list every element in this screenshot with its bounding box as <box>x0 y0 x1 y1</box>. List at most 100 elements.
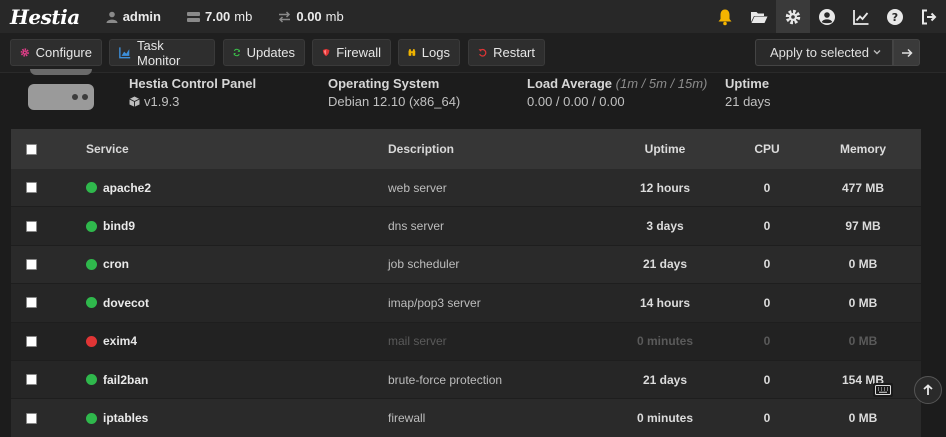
status-ok-icon <box>86 220 97 232</box>
bandwidth-stat: 0.00 mb <box>278 9 344 24</box>
keyboard-shortcuts-button[interactable] <box>873 383 893 397</box>
service-cpu: 0 <box>763 257 771 272</box>
service-memory: 477 MB <box>841 180 885 195</box>
panel-label: Hestia Control Panel <box>129 76 257 91</box>
account-button[interactable] <box>810 0 844 33</box>
load-info: Load Average (1m / 5m / 15m) 0.00 / 0.00… <box>527 76 707 109</box>
chart-line-icon <box>853 9 869 25</box>
table-row[interactable]: dovecot imap/pop3 server 14 hours 0 0 MB <box>11 284 921 323</box>
uptime-value: 21 days <box>725 94 771 109</box>
table-row[interactable]: cron job scheduler 21 days 0 0 MB <box>11 245 921 285</box>
top-bar: Hestia admin 7.00 mb 0.00 mb ? <box>0 0 946 33</box>
table-row[interactable]: apache2 web server 12 hours 0 477 MB <box>11 169 921 208</box>
logs-button[interactable]: Logs <box>398 39 460 66</box>
service-cpu: 0 <box>763 334 771 349</box>
gear-icon <box>20 48 29 57</box>
gear-icon <box>785 9 801 24</box>
help-icon: ? <box>887 8 903 25</box>
service-memory: 0 MB <box>848 411 878 426</box>
service-name-cell[interactable]: bind9 <box>86 219 135 233</box>
service-cpu: 0 <box>763 180 771 195</box>
service-uptime: 0 minutes <box>636 334 693 349</box>
table-row[interactable]: exim4 mail server 0 minutes 0 0 MB <box>11 322 921 361</box>
col-memory[interactable]: Memory <box>813 142 913 156</box>
row-checkbox[interactable] <box>26 374 37 386</box>
row-checkbox[interactable] <box>26 220 37 232</box>
col-description[interactable]: Description <box>388 142 454 156</box>
logout-button[interactable] <box>912 0 946 33</box>
transfer-icon <box>279 10 291 23</box>
load-hint: (1m / 5m / 15m) <box>615 76 708 91</box>
service-name-cell[interactable]: fail2ban <box>86 373 148 387</box>
service-name-cell[interactable]: exim4 <box>86 334 137 348</box>
table-header: Service Description Uptime CPU Memory <box>11 129 921 169</box>
row-checkbox[interactable] <box>26 297 37 309</box>
user-stat[interactable]: admin <box>106 9 161 24</box>
service-memory: 0 MB <box>848 295 878 310</box>
service-name-cell[interactable]: iptables <box>86 411 148 425</box>
apply-button[interactable] <box>893 39 920 66</box>
file-manager-button[interactable] <box>742 0 776 33</box>
service-name: iptables <box>103 411 149 426</box>
row-checkbox[interactable] <box>26 412 37 424</box>
service-name-cell[interactable]: cron <box>86 257 129 271</box>
configure-button[interactable]: Configure <box>10 39 102 66</box>
username: admin <box>122 9 161 24</box>
chevron-down-icon <box>873 50 881 55</box>
table-row[interactable]: fail2ban brute-force protection 21 days … <box>11 360 921 400</box>
top-icons: ? <box>708 0 946 33</box>
service-description: brute-force protection <box>388 372 503 387</box>
updates-button[interactable]: Updates <box>223 39 305 66</box>
arrow-up-icon <box>923 384 933 395</box>
service-cpu: 0 <box>763 295 771 310</box>
service-uptime: 3 days <box>646 219 684 234</box>
table-row[interactable]: iptables firewall 0 minutes 0 0 MB <box>11 399 921 437</box>
logo[interactable]: Hestia <box>10 5 80 29</box>
restart-button[interactable]: Restart <box>468 39 545 66</box>
server-settings-button[interactable] <box>776 0 810 33</box>
restart-label: Restart <box>493 45 535 60</box>
row-checkbox[interactable] <box>26 182 37 194</box>
col-service[interactable]: Service <box>86 142 129 156</box>
service-cpu: 0 <box>763 411 771 426</box>
keyboard-icon <box>875 385 891 395</box>
service-cpu: 0 <box>763 219 771 234</box>
col-uptime[interactable]: Uptime <box>615 142 715 156</box>
panel-version-row: v1.9.3 <box>129 94 256 109</box>
service-uptime: 14 hours <box>639 295 690 310</box>
panel-version: v1.9.3 <box>144 94 180 109</box>
service-description: job scheduler <box>388 257 460 272</box>
bulk-action-select[interactable]: Apply to selected <box>755 39 893 66</box>
server-graphic-top <box>30 69 92 75</box>
user-circle-icon <box>819 8 835 25</box>
status-ok-icon <box>86 412 97 424</box>
arrow-right-icon <box>901 48 913 57</box>
load-label: Load Average <box>527 76 613 91</box>
undo-icon <box>478 48 487 57</box>
services-table: Service Description Uptime CPU Memory ap… <box>11 129 921 437</box>
service-name-cell[interactable]: dovecot <box>86 296 149 310</box>
service-description: web server <box>388 180 447 195</box>
status-ok-icon <box>86 297 97 309</box>
svg-text:?: ? <box>892 11 898 24</box>
select-all-checkbox[interactable] <box>26 144 37 155</box>
scroll-to-top-button[interactable] <box>914 376 942 404</box>
notifications-button[interactable] <box>708 0 742 33</box>
service-name-cell[interactable]: apache2 <box>86 181 151 195</box>
service-cpu: 0 <box>763 372 771 387</box>
help-button[interactable]: ? <box>878 0 912 33</box>
task-monitor-button[interactable]: Task Monitor <box>109 38 215 68</box>
status-error-icon <box>86 335 97 347</box>
service-name: exim4 <box>103 334 138 349</box>
statistics-button[interactable] <box>844 0 878 33</box>
col-cpu[interactable]: CPU <box>717 142 817 156</box>
server-graphic <box>28 84 94 110</box>
load-value: 0.00 / 0.00 / 0.00 <box>527 94 625 109</box>
firewall-button[interactable]: Firewall <box>312 39 391 66</box>
row-checkbox[interactable] <box>26 258 37 270</box>
panel-info: Hestia Control Panel v1.9.3 <box>129 76 256 109</box>
service-uptime: 0 minutes <box>636 411 693 426</box>
table-row[interactable]: bind9 dns server 3 days 0 97 MB <box>11 207 921 246</box>
row-checkbox[interactable] <box>26 335 37 347</box>
server-led <box>82 94 88 100</box>
